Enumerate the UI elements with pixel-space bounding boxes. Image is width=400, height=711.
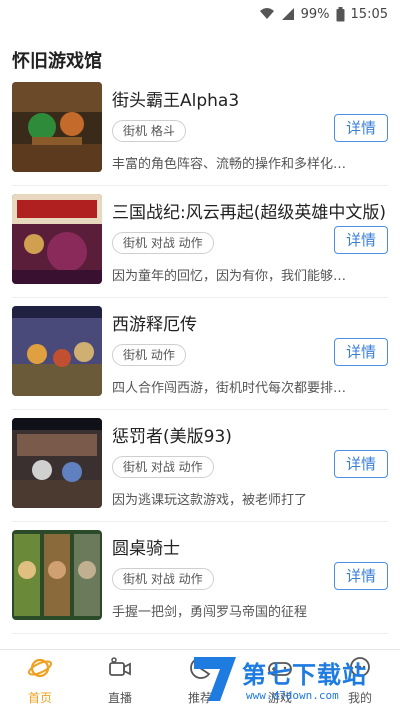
tab-home[interactable]: 首页 <box>0 650 80 711</box>
list-item[interactable]: 惩罚者(美版93) 街机 对战 动作 详情 因为逃课玩这款游戏，被老师打了 <box>12 410 388 522</box>
wifi-icon <box>259 7 275 21</box>
game-description: 丰富的角色阵容、流畅的操作和多样化… <box>112 157 347 172</box>
game-name: 街头霸王Alpha3 <box>112 91 240 111</box>
game-name: 西游释厄传 <box>112 315 197 335</box>
game-thumbnail[interactable] <box>12 306 102 396</box>
tab-label: 首页 <box>27 691 52 705</box>
game-tags: 街机 动作 <box>112 344 186 366</box>
game-tags: 街机 格斗 <box>112 120 186 142</box>
detail-button[interactable]: 详情 <box>334 450 388 478</box>
video-camera-icon <box>107 655 133 685</box>
detail-button[interactable]: 详情 <box>334 226 388 254</box>
tab-live[interactable]: 直播 <box>80 650 160 711</box>
battery-icon <box>336 6 345 22</box>
game-tags: 街机 对战 动作 <box>112 568 214 590</box>
game-thumbnail[interactable] <box>12 194 102 284</box>
planet-icon <box>27 655 53 685</box>
list-item[interactable]: 西游释厄传 街机 动作 详情 四人合作闯西游，街机时代每次都要排… <box>12 298 388 410</box>
status-bar: 99% 15:05 <box>0 0 400 28</box>
detail-button[interactable]: 详情 <box>334 562 388 590</box>
watermark-url: www.d7down.com <box>246 689 339 702</box>
game-tags: 街机 对战 动作 <box>112 456 214 478</box>
game-name: 惩罚者(美版93) <box>112 427 232 447</box>
detail-button[interactable]: 详情 <box>334 338 388 366</box>
game-description: 四人合作闯西游，街机时代每次都要排… <box>112 381 347 396</box>
game-name: 三国战纪:风云再起(超级英雄中文版) <box>112 203 386 223</box>
signal-icon <box>281 7 295 21</box>
list-item[interactable]: 三国战纪:风云再起(超级英雄中文版) 街机 对战 动作 详情 因为童年的回忆，因… <box>12 186 388 298</box>
list-item[interactable]: 街头霸王Alpha3 街机 格斗 详情 丰富的角色阵容、流畅的操作和多样化… <box>12 74 388 186</box>
clock: 15:05 <box>350 6 388 22</box>
list-item[interactable]: 圆桌骑士 街机 对战 动作 详情 手握一把剑，勇闯罗马帝国的征程 <box>12 522 388 634</box>
game-description: 因为童年的回忆，因为有你，我们能够… <box>112 269 347 284</box>
game-tags: 街机 对战 动作 <box>112 232 214 254</box>
game-thumbnail[interactable] <box>12 82 102 172</box>
watermark-logo-icon <box>190 653 240 709</box>
game-description: 因为逃课玩这款游戏，被老师打了 <box>112 493 308 508</box>
watermark: 第七下载站 www.d7down.com <box>186 649 396 709</box>
watermark-text: 第七下载站 <box>242 661 367 689</box>
game-name: 圆桌骑士 <box>112 539 180 559</box>
detail-button[interactable]: 详情 <box>334 114 388 142</box>
game-list: 街头霸王Alpha3 街机 格斗 详情 丰富的角色阵容、流畅的操作和多样化… 三… <box>0 74 400 634</box>
game-thumbnail[interactable] <box>12 530 102 620</box>
battery-percent: 99% <box>300 6 330 22</box>
game-thumbnail[interactable] <box>12 418 102 508</box>
tab-label: 直播 <box>107 691 132 705</box>
game-description: 手握一把剑，勇闯罗马帝国的征程 <box>112 605 308 620</box>
